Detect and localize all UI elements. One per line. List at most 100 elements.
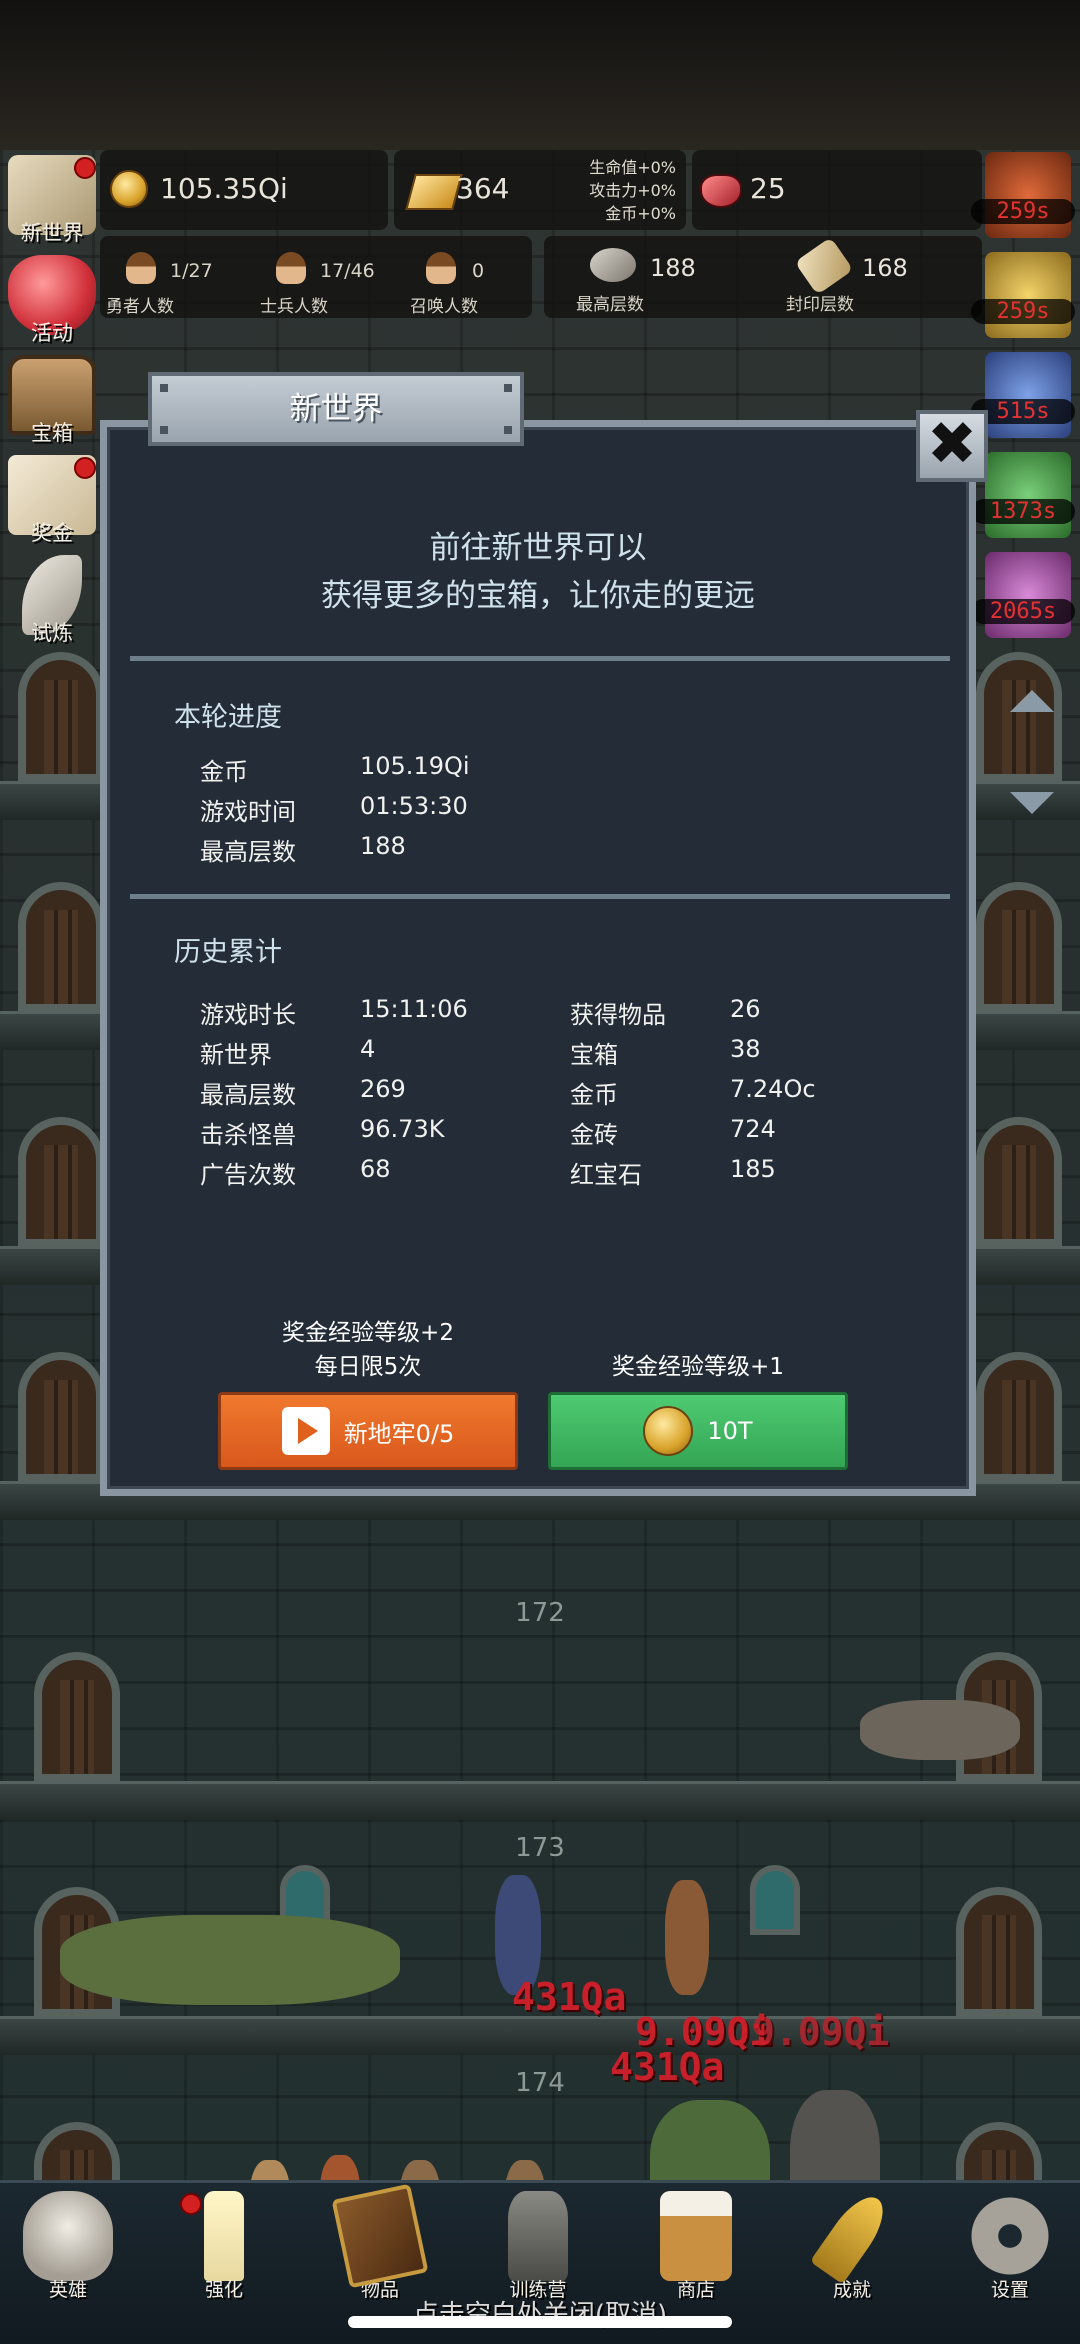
sealed-floor-value: 168 bbox=[862, 254, 908, 282]
stat-value: 01:53:30 bbox=[360, 792, 468, 820]
dungeon-floor-173: 173 bbox=[0, 1825, 1080, 2055]
ad-reward-note: 奖金经验等级+2 每日限5次 bbox=[218, 1316, 518, 1384]
stat-value: 724 bbox=[730, 1115, 776, 1143]
stat-value: 68 bbox=[360, 1155, 391, 1183]
close-button[interactable]: ✖ bbox=[916, 410, 988, 482]
stat-value: 185 bbox=[730, 1155, 776, 1183]
door bbox=[976, 652, 1062, 782]
side-new-world[interactable]: 新世界 bbox=[2, 155, 102, 247]
buff-icon bbox=[985, 152, 1071, 238]
nav-upgrade[interactable]: 强化 bbox=[164, 2191, 284, 2302]
door bbox=[976, 882, 1062, 1012]
gold-bar-value: 364 bbox=[456, 172, 510, 205]
nav-settings[interactable]: 设置 bbox=[950, 2191, 1070, 2302]
stat-label: 新世界 bbox=[200, 1041, 272, 1069]
coins-panel[interactable]: 105.35Qi bbox=[100, 150, 388, 230]
stat-value: 7.24Oc bbox=[730, 1075, 816, 1103]
floor-number: 174 bbox=[515, 2068, 565, 2098]
attack-bonus: 攻击力+0% bbox=[589, 181, 676, 200]
stat-value: 188 bbox=[360, 832, 406, 860]
floor-number: 173 bbox=[515, 1833, 565, 1863]
gold-bar-panel[interactable]: 364 生命值+0% 攻击力+0% 金币+0% bbox=[394, 150, 686, 230]
door bbox=[18, 882, 104, 1012]
buff-timer: 259s bbox=[971, 299, 1075, 324]
hero-count-label: 勇者人数 bbox=[106, 297, 174, 317]
stat-label: 红宝石 bbox=[570, 1161, 642, 1189]
window bbox=[750, 1865, 800, 1935]
side-trial[interactable]: 试炼 bbox=[2, 555, 102, 647]
door bbox=[18, 1117, 104, 1247]
scroll-up-icon[interactable] bbox=[1010, 690, 1054, 712]
current-progress-title: 本轮进度 bbox=[174, 702, 282, 733]
max-floor-label: 最高层数 bbox=[576, 295, 644, 315]
gear-icon bbox=[965, 2191, 1055, 2281]
nav-items[interactable]: 物品 bbox=[320, 2183, 440, 2302]
ruby-value: 25 bbox=[750, 172, 786, 205]
side-new-world-label: 新世界 bbox=[20, 221, 84, 245]
fallen-knight-sprite bbox=[860, 1700, 1020, 1760]
buff-slot[interactable]: 515s bbox=[971, 352, 1075, 438]
hero-head-icon bbox=[126, 252, 156, 284]
dialog-title: 新世界 bbox=[148, 372, 524, 446]
damage-number: 431Qa bbox=[610, 2045, 725, 2089]
mug-icon bbox=[660, 2191, 732, 2281]
stat-label: 获得物品 bbox=[570, 1001, 666, 1029]
fallen-ogre-sprite bbox=[60, 1915, 400, 2005]
intro-line-1: 前往新世界可以 bbox=[429, 530, 647, 566]
nav-achievement[interactable]: 成就 bbox=[792, 2187, 912, 2302]
coin-icon bbox=[643, 1406, 694, 1456]
ad-reward-line-2: 每日限5次 bbox=[314, 1354, 422, 1380]
side-bonus[interactable]: 奖金 bbox=[2, 455, 102, 547]
buff-timer: 259s bbox=[971, 199, 1075, 224]
video-play-icon bbox=[281, 1407, 330, 1455]
skull-icon bbox=[23, 2191, 113, 2281]
key-icon bbox=[809, 2187, 895, 2285]
buff-slot[interactable]: 259s bbox=[971, 252, 1075, 338]
side-chest-label: 宝箱 bbox=[31, 421, 73, 445]
nav-training[interactable]: 训练营 bbox=[478, 2191, 598, 2302]
book-icon bbox=[331, 2183, 429, 2289]
lantern-icon bbox=[508, 2191, 568, 2281]
door bbox=[18, 1352, 104, 1482]
intro-line-2: 获得更多的宝箱，让你走的更远 bbox=[321, 578, 755, 614]
stat-value: 105.19Qi bbox=[360, 752, 470, 780]
new-dungeon-ad-button[interactable]: 新地牢0/5 bbox=[218, 1392, 518, 1470]
ruby-panel[interactable]: 25 bbox=[692, 150, 982, 230]
home-indicator[interactable] bbox=[348, 2316, 732, 2328]
damage-number: 9.09Qi bbox=[752, 2010, 890, 2054]
stat-label: 击杀怪兽 bbox=[200, 1121, 296, 1149]
coins-value: 105.35Qi bbox=[160, 172, 288, 205]
buff-icon bbox=[985, 452, 1071, 538]
stat-label: 金砖 bbox=[570, 1121, 618, 1149]
door bbox=[34, 1652, 120, 1782]
hp-bonus: 生命值+0% bbox=[589, 158, 676, 177]
nav-shop[interactable]: 商店 bbox=[636, 2191, 756, 2302]
side-chest[interactable]: 宝箱 bbox=[2, 355, 102, 447]
coin-bonus: 金币+0% bbox=[605, 204, 676, 223]
buff-slot[interactable]: 2065s bbox=[971, 552, 1075, 638]
side-event[interactable]: 活动 bbox=[2, 255, 102, 347]
soldier-count: 17/46 bbox=[320, 260, 375, 282]
soldier-head-icon bbox=[276, 252, 306, 284]
buff-slot[interactable]: 1373s bbox=[971, 452, 1075, 538]
side-bonus-label: 奖金 bbox=[31, 521, 73, 545]
gold-bar-icon bbox=[405, 174, 463, 210]
summon-count: 0 bbox=[472, 260, 485, 282]
coin-icon bbox=[110, 170, 148, 208]
coin-purchase-button[interactable]: 10T bbox=[548, 1392, 848, 1470]
summon-count-label: 召唤人数 bbox=[410, 297, 478, 317]
damage-number: 431Qa bbox=[512, 1975, 627, 2019]
floor-record-panel[interactable]: 188 最高层数 168 封印层数 bbox=[544, 236, 982, 318]
door bbox=[956, 1887, 1042, 2017]
scroll-icon bbox=[794, 236, 854, 296]
ruby-icon bbox=[700, 174, 742, 208]
ad-reward-line-1: 奖金经验等级+2 bbox=[282, 1320, 454, 1346]
unit-count-panel[interactable]: 1/27 勇者人数 17/46 士兵人数 0 召唤人数 bbox=[100, 236, 532, 318]
buff-slot[interactable]: 259s bbox=[971, 152, 1075, 238]
stat-label: 金币 bbox=[570, 1081, 618, 1109]
nav-hero[interactable]: 英雄 bbox=[8, 2191, 128, 2302]
divider bbox=[130, 894, 950, 899]
hero-count: 1/27 bbox=[170, 260, 213, 282]
scroll-down-icon[interactable] bbox=[1010, 792, 1054, 814]
notification-dot bbox=[74, 157, 96, 179]
